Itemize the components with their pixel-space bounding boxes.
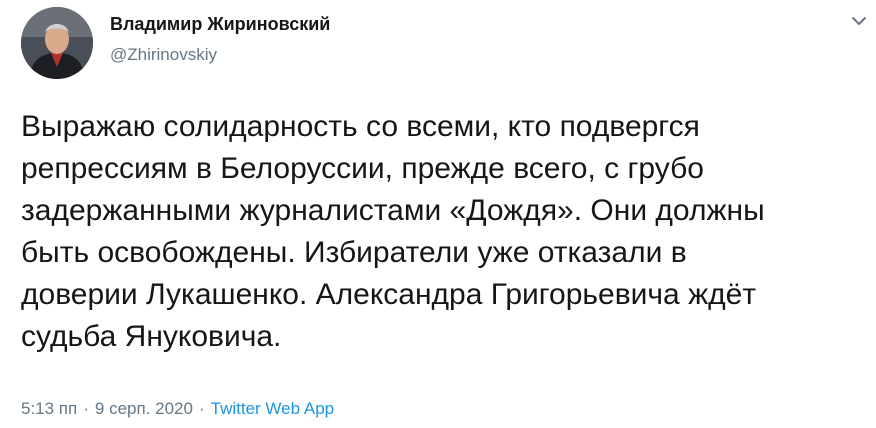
author-handle[interactable]: @Zhirinovskiy (110, 45, 217, 65)
author-name[interactable]: Владимир Жириновский (110, 14, 330, 35)
avatar[interactable] (21, 7, 93, 79)
tweet-source-link[interactable]: Twitter Web App (211, 399, 334, 418)
avatar-image (21, 7, 93, 79)
meta-separator-2: · (198, 399, 205, 418)
meta-separator: · (83, 399, 89, 418)
tweet-meta: 5:13 пп · 9 серп. 2020 · Twitter Web App (21, 399, 334, 419)
tweet-text: Выражаю солидарность со всеми, кто подве… (21, 110, 765, 353)
tweet-time[interactable]: 5:13 пп (21, 399, 77, 418)
chevron-down-icon[interactable] (848, 10, 870, 32)
tweet-date[interactable]: 9 серп. 2020 (95, 399, 193, 418)
tweet-card: Владимир Жириновский @Zhirinovskiy Выраж… (0, 0, 876, 428)
